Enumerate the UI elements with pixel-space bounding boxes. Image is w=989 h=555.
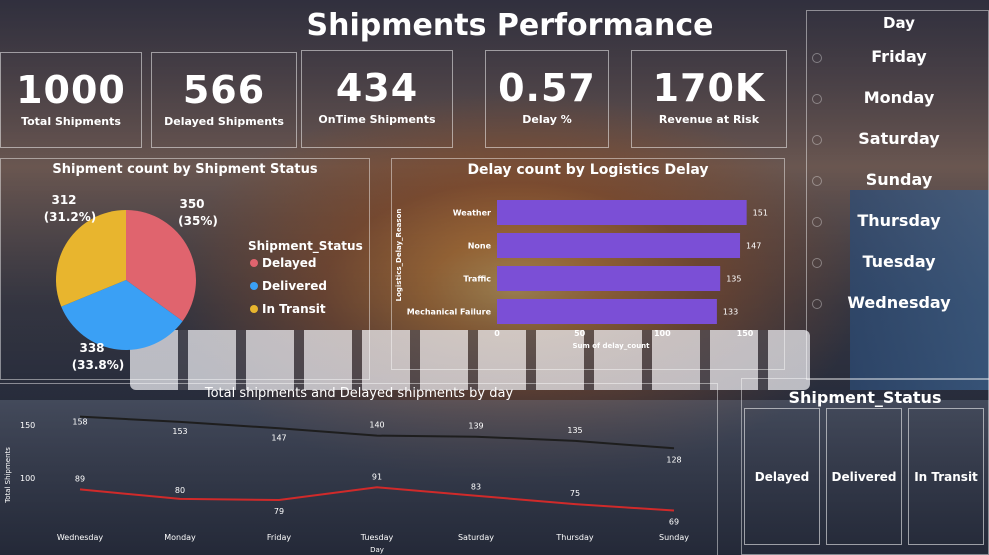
kpi-label: Delayed Shipments (164, 115, 284, 128)
day-item-saturday[interactable]: Saturday (810, 129, 988, 148)
line-data-label: 139 (468, 422, 483, 431)
y-axis-label: Logistics_Delay_Reason (395, 209, 403, 302)
bar (497, 233, 741, 258)
line-data-label: 83 (471, 483, 481, 492)
bar-value-label: 133 (723, 308, 738, 317)
status-button-delivered[interactable]: Delivered (826, 408, 902, 545)
pie-percent-label: (35%) (178, 214, 218, 228)
bar-value-label: 151 (753, 209, 768, 218)
x-tick-label: Wednesday (57, 533, 104, 542)
bar-chart: Weather 151 None 147 Traffic 135 Mechanical Fa… (395, 200, 768, 350)
kpi-value: 566 (182, 68, 266, 112)
line-data-label: 79 (274, 507, 284, 516)
day-item-thursday[interactable]: Thursday (810, 211, 988, 230)
x-tick-label: Thursday (555, 533, 593, 542)
x-tick-label: Friday (267, 533, 292, 542)
kpi-revenue-at-risk: 170K Revenue at Risk (631, 50, 787, 148)
x-tick-label: Tuesday (360, 533, 394, 542)
kpi-total-shipments: 1000 Total Shipments (0, 52, 142, 148)
line-data-label: 69 (669, 518, 679, 527)
line-data-label: 140 (369, 421, 384, 430)
day-item-sunday[interactable]: Sunday (810, 170, 988, 189)
pie-chart-title: Shipment count by Shipment Status (52, 162, 318, 177)
series-line (79, 486, 675, 512)
x-tick-label: Sunday (659, 533, 689, 542)
kpi-label: Delay % (522, 113, 572, 126)
pie-chart: 350 (35%) 338 (33.8%) 312 (31.2%) Shipment_St… (44, 193, 363, 372)
legend-dot-icon (250, 305, 258, 313)
kpi-label: Total Shipments (21, 115, 121, 128)
x-axis-label: Day (370, 546, 384, 554)
status-slicer-title: Shipment_Status (788, 388, 942, 407)
line-data-label: 158 (72, 418, 87, 427)
pie-legend-title: Shipment_Status (248, 239, 363, 254)
day-item-friday[interactable]: Friday (810, 47, 988, 66)
line-data-label: 135 (567, 426, 582, 435)
pie-value-label: 350 (179, 197, 204, 211)
bar-chart-title: Delay count by Logistics Delay (467, 162, 709, 178)
line-data-label: 153 (172, 427, 187, 436)
bar (497, 200, 747, 225)
x-axis-label: Sum of delay_count (572, 342, 650, 350)
kpi-label: Revenue at Risk (658, 113, 760, 126)
line-data-label: 147 (271, 433, 286, 442)
y-axis-label: Total Shipments (4, 447, 12, 504)
x-tick-label: 0 (494, 329, 500, 338)
kpi-value: 0.57 (498, 66, 596, 110)
x-tick-label: 150 (737, 329, 754, 338)
kpi-value: 1000 (16, 68, 126, 112)
status-button-in-transit[interactable]: In Transit (908, 408, 984, 545)
x-tick-label: Saturday (458, 533, 494, 542)
pie-legend-item: In Transit (262, 302, 326, 316)
status-button-label: Delayed (754, 469, 810, 484)
bar-category-label: Weather (453, 209, 491, 218)
y-tick-label: 100 (20, 474, 35, 483)
bar (497, 266, 721, 291)
line-data-label: 89 (75, 474, 85, 483)
line-data-label: 75 (570, 489, 580, 498)
line-data-label: 80 (175, 486, 185, 495)
pie-value-label: 312 (51, 193, 76, 207)
status-button-label: Delivered (831, 469, 897, 484)
kpi-value: 170K (652, 66, 766, 110)
day-item-monday[interactable]: Monday (810, 88, 988, 107)
kpi-ontime-shipments: 434 OnTime Shipments (301, 50, 453, 148)
bar-category-label: None (468, 242, 492, 251)
pie-value-label: 338 (79, 341, 104, 355)
pie-percent-label: (31.2%) (44, 210, 97, 224)
kpi-value: 434 (335, 66, 419, 110)
pie-legend-item: Delivered (262, 279, 327, 293)
line-chart-title: Total shipments and Delayed shipments by… (204, 386, 514, 401)
kpi-delayed-shipments: 566 Delayed Shipments (151, 52, 297, 148)
x-tick-label: Monday (164, 533, 196, 542)
legend-dot-icon (250, 282, 258, 290)
x-tick-label: 50 (574, 329, 586, 338)
y-tick-label: 150 (20, 421, 35, 430)
line-data-label: 128 (666, 455, 681, 464)
bar-value-label: 147 (746, 242, 761, 251)
kpi-delay-percent: 0.57 Delay % (485, 50, 609, 148)
pie-legend-item: Delayed (262, 256, 317, 270)
day-item-wednesday[interactable]: Wednesday (810, 293, 988, 312)
bar (497, 299, 717, 324)
day-item-tuesday[interactable]: Tuesday (810, 252, 988, 271)
pie-percent-label: (33.8%) (72, 358, 125, 372)
legend-dot-icon (250, 259, 258, 267)
line-data-label: 91 (372, 472, 382, 481)
bar-category-label: Traffic (463, 275, 491, 284)
kpi-label: OnTime Shipments (318, 113, 436, 126)
status-button-delayed[interactable]: Delayed (744, 408, 820, 545)
bar-value-label: 135 (726, 275, 741, 284)
line-chart: 150 100 Total Shipments 158 153 147 140 139 135 1… (4, 415, 689, 554)
x-tick-label: 100 (654, 329, 671, 338)
bar-category-label: Mechanical Failure (407, 308, 492, 317)
status-button-label: In Transit (914, 469, 978, 484)
day-slicer-title: Day (883, 14, 915, 32)
